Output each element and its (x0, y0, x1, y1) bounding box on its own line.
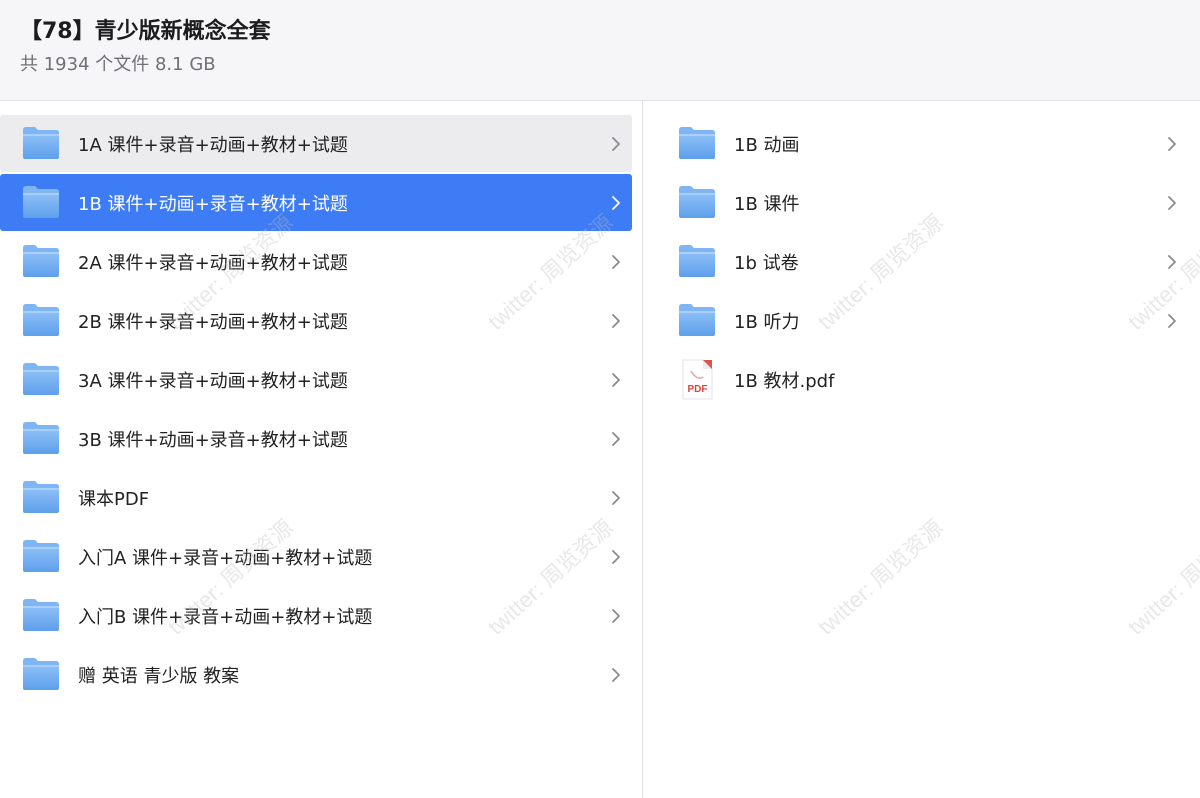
folder-item[interactable]: 1A 课件+录音+动画+教材+试题 (0, 115, 642, 174)
file-summary: 共 1934 个文件 8.1 GB (20, 54, 216, 75)
item-label: 赠 英语 青少版 教案 (78, 666, 240, 687)
item-label: 1B 听力 (734, 312, 800, 333)
item-label: 入门A 课件+录音+动画+教材+试题 (78, 548, 373, 569)
folder-item[interactable]: 课本PDF (0, 469, 642, 528)
row-background (644, 351, 1200, 408)
folder-icon (21, 302, 61, 338)
item-label: 2A 课件+录音+动画+教材+试题 (78, 253, 348, 274)
folder-icon (21, 243, 61, 279)
folder-list-pane: 1A 课件+录音+动画+教材+试题 1B 课件+动画+录音+教材+试题 2A 课件+… (0, 101, 643, 798)
folder-icon (677, 302, 717, 338)
item-label: 1b 试卷 (734, 253, 799, 274)
item-label: 课本PDF (78, 489, 150, 510)
chevron-right-icon (610, 253, 622, 271)
chevron-right-icon (1166, 312, 1178, 330)
item-label: 1A 课件+录音+动画+教材+试题 (78, 135, 348, 156)
folder-icon (21, 184, 61, 220)
item-label: 3A 课件+录音+动画+教材+试题 (78, 371, 348, 392)
row-background (644, 233, 1200, 290)
svg-text:PDF: PDF (688, 384, 708, 395)
folder-icon (21, 420, 61, 456)
folder-item[interactable]: 1B 听力 (644, 292, 1200, 351)
item-label: 入门B 课件+录音+动画+教材+试题 (78, 607, 373, 628)
chevron-right-icon (610, 194, 622, 212)
folder-icon (21, 597, 61, 633)
folder-icon (21, 538, 61, 574)
item-label: 2B 课件+录音+动画+教材+试题 (78, 312, 348, 333)
chevron-right-icon (610, 371, 622, 389)
folder-item[interactable]: 1B 课件 (644, 174, 1200, 233)
folder-icon (21, 656, 61, 692)
folder-item[interactable]: 3B 课件+动画+录音+教材+试题 (0, 410, 642, 469)
folder-contents-list: 1B 动画 1B 课件 1b 试卷 1B 听力 PDF 1B 教材.pdf (644, 115, 1200, 410)
folder-item[interactable]: 赠 英语 青少版 教案 (0, 646, 642, 705)
chevron-right-icon (610, 135, 622, 153)
folder-icon (21, 361, 61, 397)
folder-icon (677, 184, 717, 220)
chevron-right-icon (1166, 253, 1178, 271)
folder-icon (21, 125, 61, 161)
folder-item[interactable]: 入门A 课件+录音+动画+教材+试题 (0, 528, 642, 587)
folder-item[interactable]: 2B 课件+录音+动画+教材+试题 (0, 292, 642, 351)
folder-icon (677, 125, 717, 161)
item-label: 3B 课件+动画+录音+教材+试题 (78, 430, 348, 451)
row-background (644, 174, 1200, 231)
folder-item[interactable]: 入门B 课件+录音+动画+教材+试题 (0, 587, 642, 646)
folder-icon (21, 479, 61, 515)
chevron-right-icon (610, 548, 622, 566)
header: 【78】青少版新概念全套 共 1934 个文件 8.1 GB (0, 0, 1200, 101)
folder-contents-pane: 1B 动画 1B 课件 1b 试卷 1B 听力 PDF 1B 教材.pdf (644, 101, 1200, 798)
folder-item[interactable]: 3A 课件+录音+动画+教材+试题 (0, 351, 642, 410)
chevron-right-icon (610, 666, 622, 684)
chevron-right-icon (610, 489, 622, 507)
row-background (644, 115, 1200, 172)
folder-icon (677, 243, 717, 279)
folder-item[interactable]: 1B 动画 (644, 115, 1200, 174)
page-title: 【78】青少版新概念全套 (20, 19, 271, 44)
folder-item[interactable]: 1b 试卷 (644, 233, 1200, 292)
item-label: 1B 课件+动画+录音+教材+试题 (78, 194, 348, 215)
folder-item[interactable]: 2A 课件+录音+动画+教材+试题 (0, 233, 642, 292)
item-label: 1B 课件 (734, 194, 800, 215)
file-item[interactable]: PDF 1B 教材.pdf (644, 351, 1200, 410)
pdf-file-icon: PDF (677, 359, 717, 400)
row-background (644, 292, 1200, 349)
chevron-right-icon (1166, 135, 1178, 153)
chevron-right-icon (610, 430, 622, 448)
folder-item[interactable]: 1B 课件+动画+录音+教材+试题 (0, 174, 642, 233)
chevron-right-icon (610, 312, 622, 330)
item-label: 1B 动画 (734, 135, 800, 156)
chevron-right-icon (1166, 194, 1178, 212)
folder-list: 1A 课件+录音+动画+教材+试题 1B 课件+动画+录音+教材+试题 2A 课件+… (0, 115, 642, 705)
item-label: 1B 教材.pdf (734, 371, 835, 392)
chevron-right-icon (610, 607, 622, 625)
